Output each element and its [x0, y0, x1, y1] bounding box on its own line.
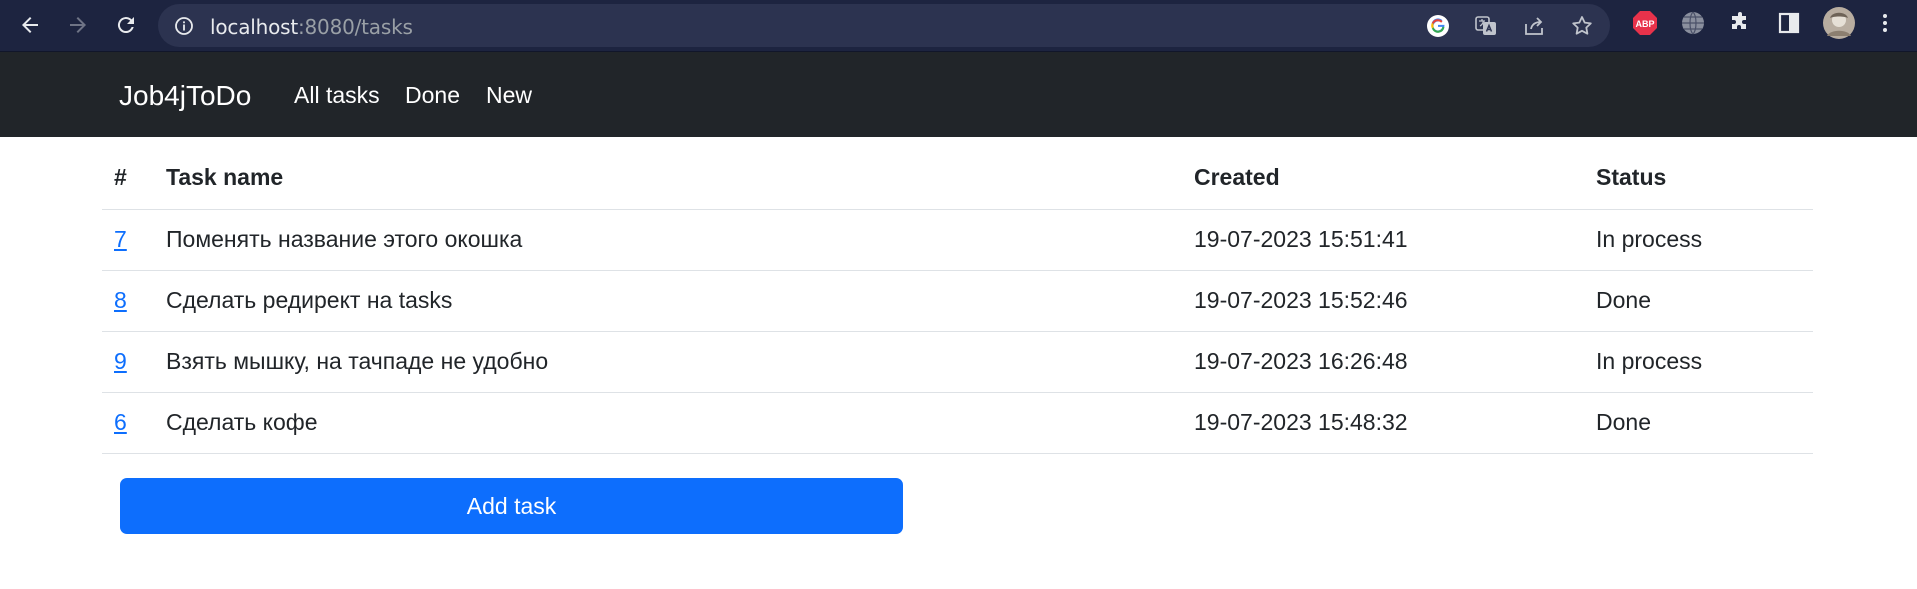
back-button[interactable] — [12, 7, 48, 43]
translate-icon[interactable] — [1474, 14, 1498, 38]
task-status-cell: In process — [1596, 331, 1813, 393]
table-row: 6 Сделать кофе 19-07-2023 15:48:32 Done — [102, 392, 1813, 454]
header-status: Status — [1596, 147, 1813, 210]
bookmark-star-icon[interactable] — [1570, 14, 1594, 38]
add-task-button[interactable]: Add task — [120, 478, 903, 534]
table-header-row: # Task name Created Status — [102, 147, 1813, 210]
navbar-brand[interactable]: Job4jToDo — [119, 80, 251, 112]
task-created-cell: 19-07-2023 15:51:41 — [1194, 209, 1596, 271]
header-created: Created — [1194, 147, 1596, 210]
table-row: 8 Сделать редирект на tasks 19-07-2023 1… — [102, 270, 1813, 332]
nav-link-done[interactable]: Done — [405, 82, 460, 109]
task-id-link[interactable]: 9 — [114, 348, 127, 374]
tasks-table-container: # Task name Created Status 7 Поменять на… — [102, 147, 1813, 454]
task-status-cell: In process — [1596, 209, 1813, 271]
task-name-cell: Поменять название этого окошка — [166, 209, 1194, 271]
arrow-left-icon — [22, 17, 38, 33]
nav-link-new[interactable]: New — [486, 82, 532, 109]
globe-extension-icon[interactable] — [1680, 10, 1706, 36]
share-icon[interactable] — [1522, 14, 1546, 38]
task-id-link[interactable]: 6 — [114, 409, 127, 435]
task-status-cell: Done — [1596, 392, 1813, 454]
header-id: # — [102, 147, 166, 210]
tasks-table: # Task name Created Status 7 Поменять на… — [102, 147, 1813, 454]
task-created-cell: 19-07-2023 15:52:46 — [1194, 270, 1596, 332]
info-icon[interactable] — [174, 16, 194, 36]
task-name-cell: Сделать редирект на tasks — [166, 270, 1194, 332]
arrow-right-icon — [70, 17, 86, 33]
task-created-cell: 19-07-2023 16:26:48 — [1194, 331, 1596, 393]
side-panel-icon[interactable] — [1776, 10, 1802, 36]
task-status-cell: Done — [1596, 270, 1813, 332]
header-task-name: Task name — [166, 147, 1194, 210]
reload-icon — [117, 17, 134, 34]
table-row: 9 Взять мышку, на тачпаде не удобно 19-0… — [102, 331, 1813, 393]
browser-toolbar: localhost:8080/tasks ABP — [0, 0, 1917, 52]
profile-avatar[interactable] — [1822, 6, 1856, 40]
table-row: 7 Поменять название этого окошка 19-07-2… — [102, 209, 1813, 271]
nav-link-all-tasks[interactable]: All tasks — [294, 82, 380, 109]
adblock-plus-icon[interactable]: ABP — [1632, 10, 1658, 36]
task-id-link[interactable]: 8 — [114, 287, 127, 313]
browser-menu-icon[interactable] — [1872, 10, 1898, 36]
reload-button[interactable] — [108, 7, 144, 43]
forward-button[interactable] — [60, 7, 96, 43]
svg-text:ABP: ABP — [1635, 19, 1654, 29]
address-bar[interactable]: localhost:8080/tasks — [158, 4, 1610, 47]
task-created-cell: 19-07-2023 15:48:32 — [1194, 392, 1596, 454]
extensions-puzzle-icon[interactable] — [1728, 10, 1754, 36]
task-name-cell: Взять мышку, на тачпаде не удобно — [166, 331, 1194, 393]
url-text: localhost:8080/tasks — [210, 15, 413, 39]
google-icon[interactable] — [1426, 14, 1450, 38]
task-id-link[interactable]: 7 — [114, 226, 127, 252]
app-navbar: Job4jToDo All tasks Done New — [0, 52, 1917, 137]
task-name-cell: Сделать кофе — [166, 392, 1194, 454]
